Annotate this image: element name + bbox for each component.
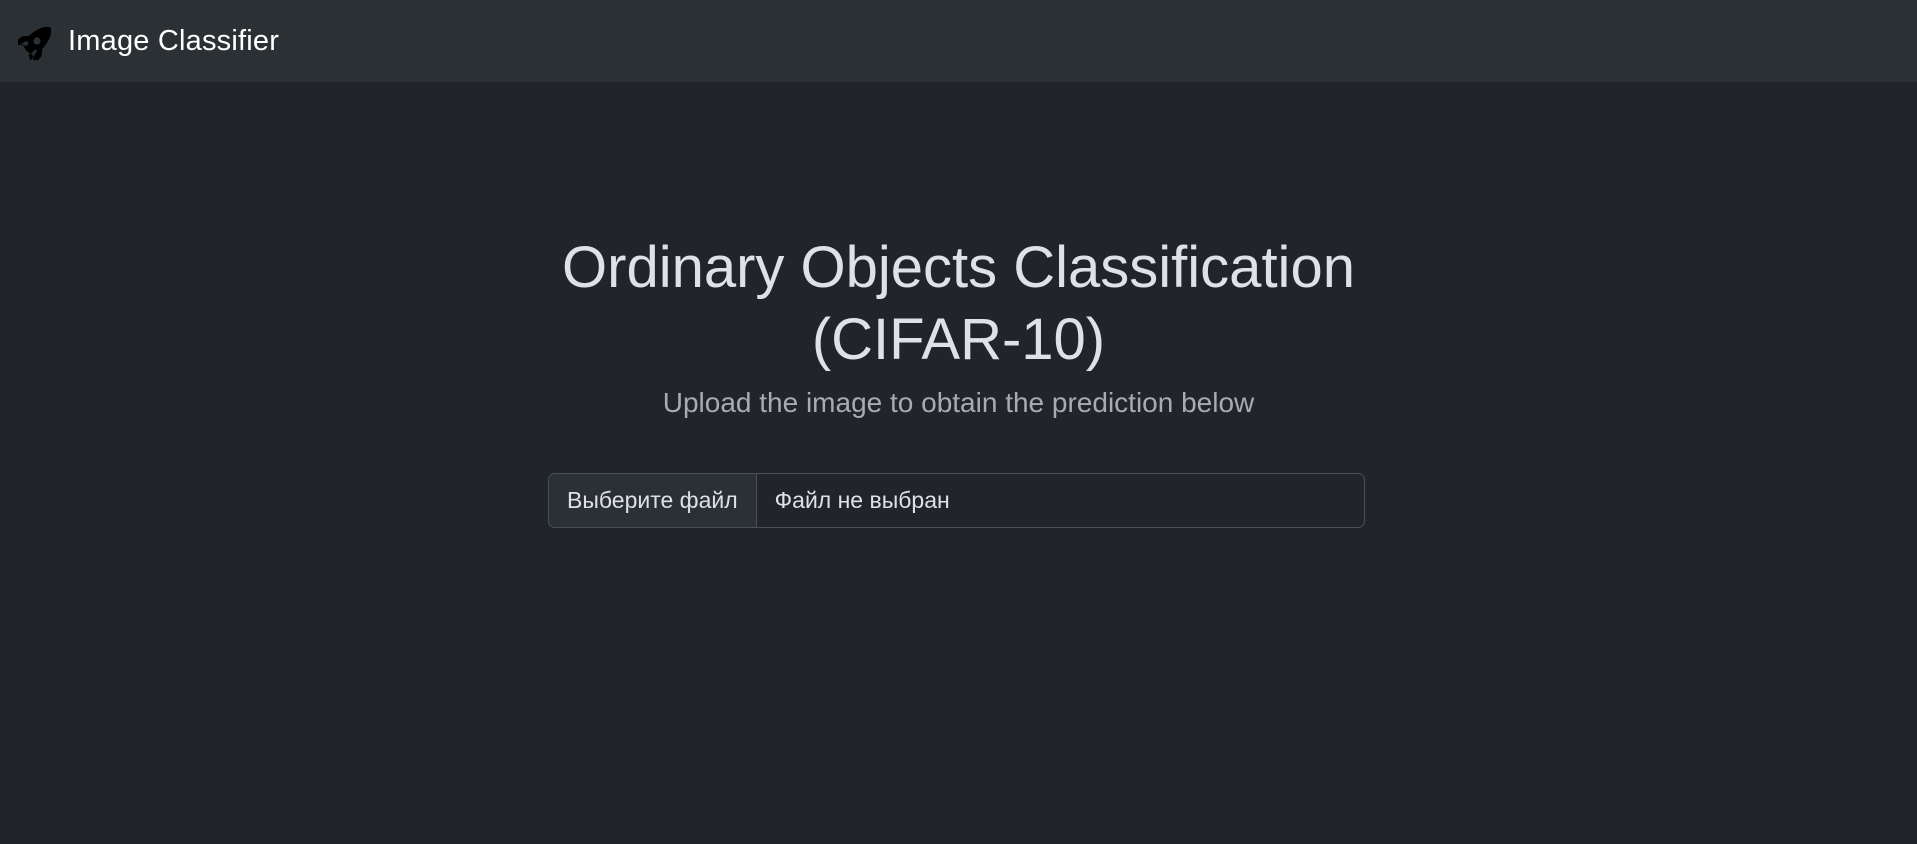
file-upload-input[interactable]: Выберите файл Файл не выбран xyxy=(548,473,1365,528)
page-title: Ordinary Objects Classification (CIFAR-1… xyxy=(0,232,1917,376)
brand-title: Image Classifier xyxy=(68,24,280,57)
page-title-line-1: Ordinary Objects Classification xyxy=(562,235,1355,300)
page-subtitle: Upload the image to obtain the predictio… xyxy=(662,387,1255,418)
page-title-line-2: (CIFAR-10) xyxy=(811,307,1106,372)
file-status-text[interactable]: Файл не выбран xyxy=(757,474,1364,527)
main-content: Ordinary Objects Classification (CIFAR-1… xyxy=(0,82,1917,844)
choose-file-button[interactable]: Выберите файл xyxy=(549,474,757,527)
brand-link[interactable]: Image Classifier xyxy=(13,22,280,65)
rocket-icon xyxy=(13,22,56,65)
navbar: Image Classifier xyxy=(0,0,1917,82)
